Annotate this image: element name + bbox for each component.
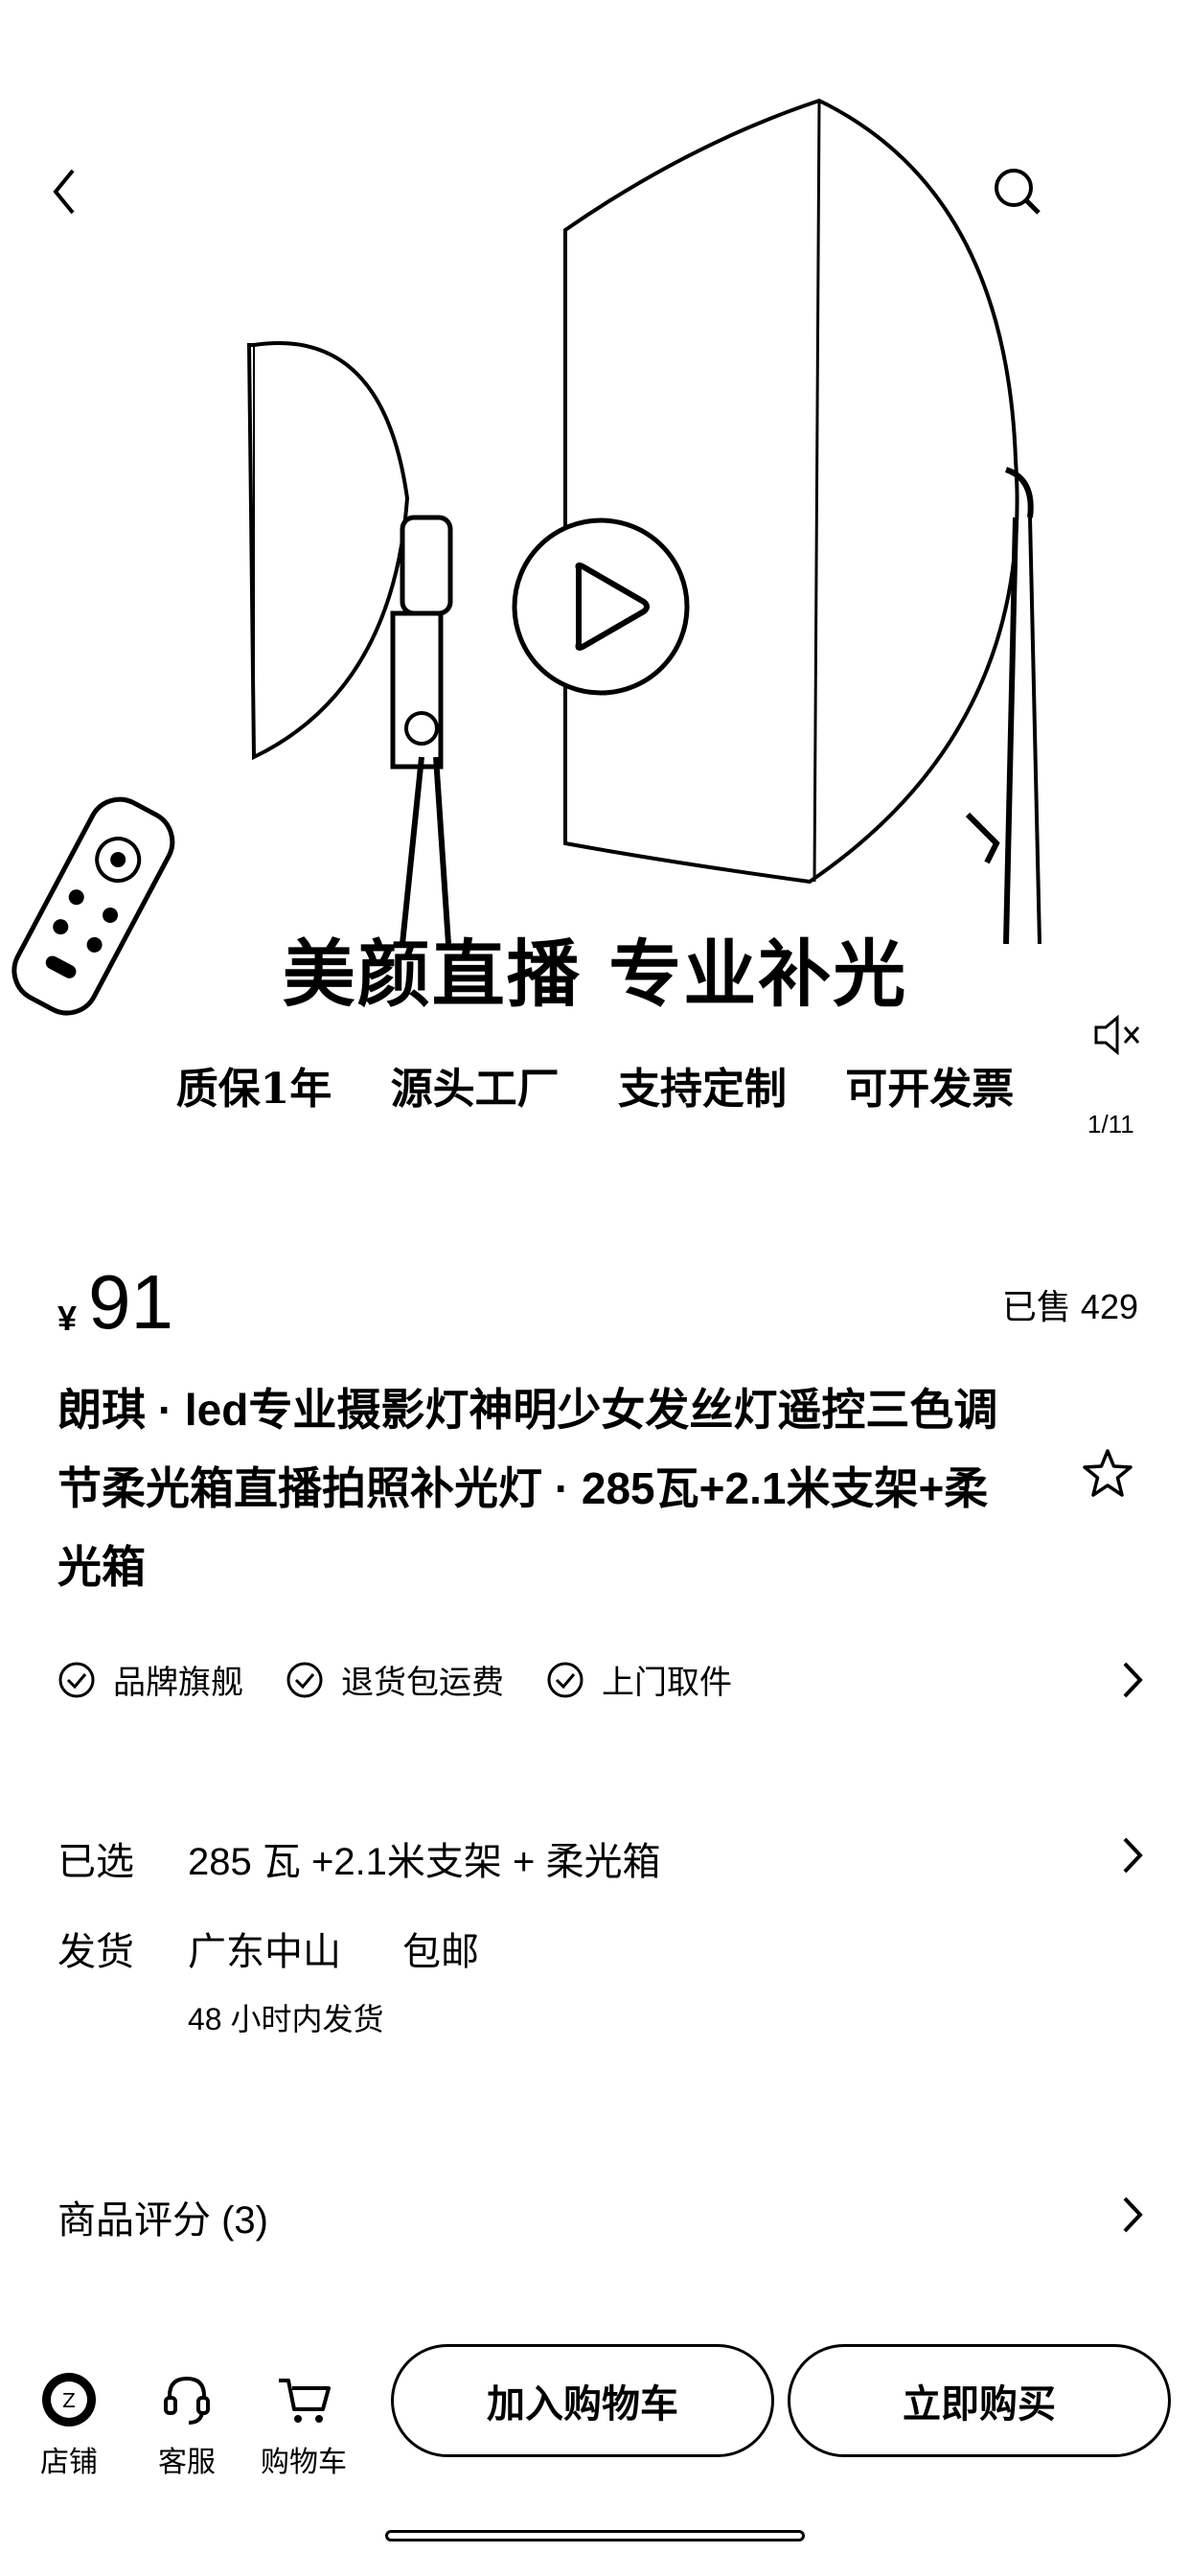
badge-free-return: 退货包运费 (286, 1656, 504, 1703)
shipping-origin: 广东中山 (188, 1931, 341, 1973)
search-icon[interactable] (989, 163, 1046, 220)
image-counter: 1/11 (1087, 1110, 1134, 1138)
shipping-label: 发货 (57, 1931, 134, 1973)
hero-headline: 美颜直播 专业补光 (282, 932, 908, 1017)
service-badges[interactable]: 品牌旗舰 退货包运费 上门取件 (57, 1656, 774, 1703)
product-title: 朗琪 · led专业摄影灯神明少女发丝灯遥控三色调节柔光箱直播拍照补光灯 · 2… (57, 1385, 998, 1592)
shop-icon: Z (42, 2373, 96, 2426)
sold-count: 已售 429 (1001, 1287, 1138, 1326)
cart-button[interactable]: 购物车 (251, 2369, 356, 2480)
home-indicator[interactable] (385, 2530, 805, 2542)
price: 91 (88, 1259, 173, 1345)
headset-icon (164, 2376, 210, 2425)
mute-icon[interactable] (1092, 1014, 1144, 1056)
favorite-star-icon[interactable] (1081, 1447, 1134, 1501)
feature-custom: 支持定制 (617, 1065, 787, 1114)
selected-row[interactable]: 已选 (57, 1830, 134, 1886)
feature-factory: 源头工厂 (390, 1065, 560, 1114)
currency-symbol: ¥ (57, 1299, 78, 1338)
product-image-carousel[interactable]: 美颜直播 专业补光 质保1年 源头工厂 支持定制 可开发票 1/11 (0, 0, 1190, 1188)
chevron-right-icon[interactable] (1119, 2195, 1146, 2240)
customer-service-button[interactable]: 客服 (144, 2369, 230, 2480)
feature-invoice: 可开发票 (845, 1065, 1015, 1114)
hero-features: 质保1年 源头工厂 支持定制 可开发票 (0, 1054, 1190, 1116)
back-icon[interactable] (46, 163, 84, 220)
shipping-fee: 包邮 (402, 1931, 479, 1973)
buy-now-button[interactable]: 立即购买 (788, 2344, 1171, 2457)
play-icon[interactable] (510, 516, 692, 698)
cart-icon (279, 2379, 331, 2423)
reviews-label[interactable]: 商品评分 (3) (57, 2189, 268, 2244)
feature-warranty: 质保1年 (175, 1065, 332, 1114)
svg-text:Z: Z (62, 2389, 76, 2412)
check-circle-icon (58, 1662, 95, 1697)
selected-value: 285 瓦 +2.1米支架 + 柔光箱 (188, 1841, 661, 1883)
add-to-cart-button[interactable]: 加入购物车 (391, 2344, 774, 2457)
shop-button[interactable]: Z 店铺 (31, 2369, 107, 2480)
selected-label: 已选 (57, 1841, 134, 1883)
shipping-note: 48 小时内发货 (188, 2002, 384, 2036)
check-circle-icon (547, 1662, 584, 1697)
check-circle-icon (286, 1662, 323, 1697)
badge-pickup: 上门取件 (546, 1656, 732, 1703)
chevron-right-icon[interactable] (1119, 1835, 1146, 1880)
chevron-right-icon[interactable] (1119, 1660, 1146, 1705)
badge-brand-flagship: 品牌旗舰 (57, 1656, 243, 1703)
